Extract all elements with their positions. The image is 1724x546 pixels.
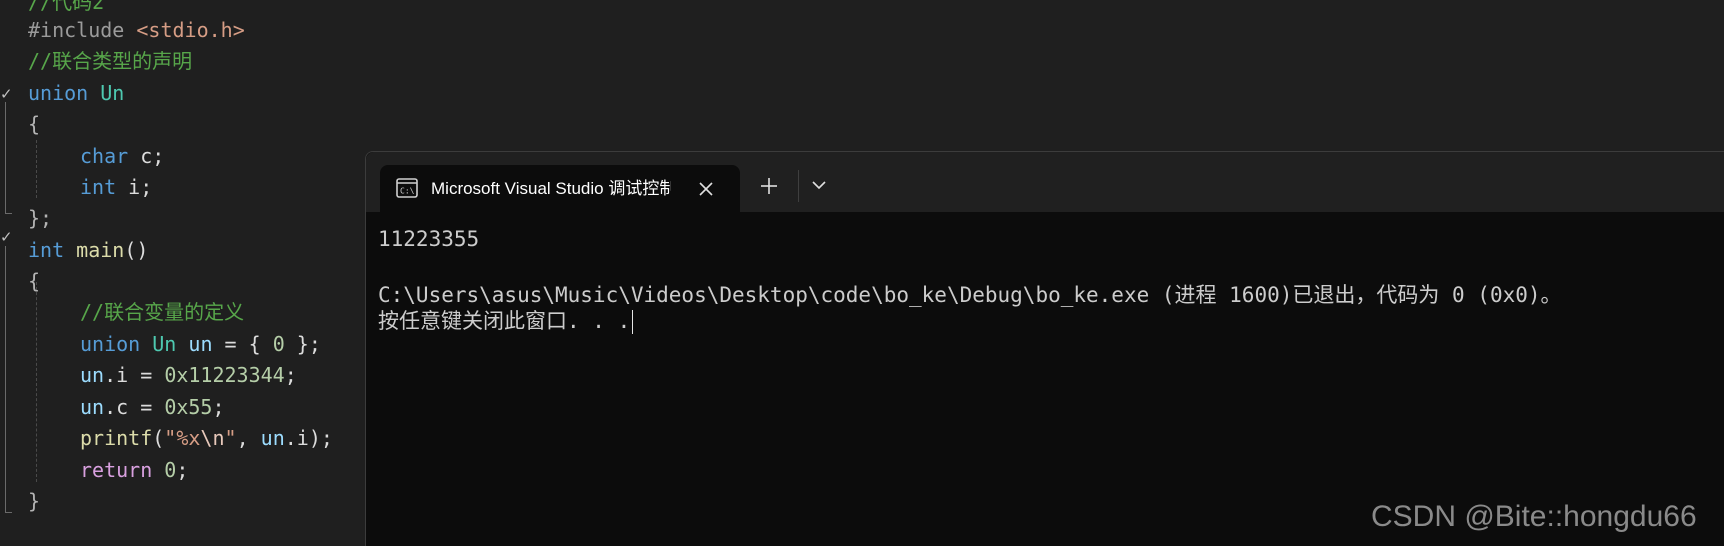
- keyword: int: [80, 175, 117, 199]
- code-text: (): [124, 238, 149, 262]
- variable: un: [80, 395, 105, 419]
- console-output-line: C:\Users\asus\Music\Videos\Desktop\code\…: [378, 283, 1562, 307]
- keyword: int: [28, 238, 65, 262]
- code-line: return 0;: [80, 455, 188, 486]
- code-text: .c =: [104, 395, 165, 419]
- main-fold-bracket: [5, 246, 6, 513]
- code-line: {: [28, 266, 40, 297]
- string-literal: ": [224, 426, 237, 450]
- brace: {: [28, 112, 41, 136]
- code-line: {: [28, 109, 40, 140]
- text-cursor: [632, 310, 634, 334]
- type-name: Un: [152, 332, 177, 356]
- plus-icon[interactable]: [759, 176, 779, 196]
- code-text: = {: [212, 332, 273, 356]
- debug-console-window[interactable]: C:\ Microsoft Visual Studio 调试控制台 112233…: [365, 151, 1724, 546]
- code-line: un.i = 0x11223344;: [80, 360, 297, 391]
- brace: }: [28, 489, 41, 513]
- variable: un: [80, 363, 105, 387]
- string-literal: "%x: [164, 426, 201, 450]
- collapse-main-icon[interactable]: ✓: [0, 228, 13, 246]
- code-text: i;: [116, 175, 153, 199]
- code-line: union Un: [28, 78, 124, 109]
- number-literal: 0: [272, 332, 285, 356]
- console-prompt-text: 按任意键关闭此窗口. . .: [378, 309, 631, 333]
- code-line: int i;: [80, 172, 152, 203]
- function-name: main: [76, 238, 125, 262]
- code-line: char c;: [80, 141, 164, 172]
- keyword: return: [80, 458, 153, 482]
- chevron-down-icon[interactable]: [811, 179, 827, 191]
- comment: //联合类型的声明: [28, 49, 193, 73]
- indent-guide: [36, 140, 37, 198]
- code-line: #include <stdio.h>: [28, 15, 245, 46]
- terminal-tab[interactable]: C:\ Microsoft Visual Studio 调试控制台: [380, 165, 740, 212]
- code-line: printf("%x\n", un.i);: [80, 423, 333, 454]
- code-text: c;: [128, 144, 165, 168]
- code-line: un.c = 0x55;: [80, 392, 225, 423]
- code-line: union Un un = { 0 };: [80, 329, 321, 360]
- terminal-tab-bar: C:\ Microsoft Visual Studio 调试控制台: [366, 152, 1724, 212]
- keyword: union: [28, 81, 89, 105]
- preprocessor-directive: #include: [28, 18, 137, 42]
- code-text: .i =: [104, 363, 165, 387]
- svg-text:C:\: C:\: [400, 187, 415, 196]
- type-name: Un: [100, 81, 125, 105]
- function-name: printf: [80, 426, 153, 450]
- code-text: ,: [236, 426, 261, 450]
- code-text: };: [284, 332, 321, 356]
- code-line: };: [28, 203, 52, 234]
- variable: un: [260, 426, 285, 450]
- watermark: CSDN @Bite::hongdu66: [1371, 500, 1697, 533]
- code-text: ;: [176, 458, 189, 482]
- code-line: //联合类型的声明: [28, 46, 192, 77]
- number-literal: 0: [164, 458, 177, 482]
- keyword: char: [80, 144, 129, 168]
- console-output-line: 11223355: [378, 227, 480, 251]
- close-icon[interactable]: [698, 181, 714, 197]
- console-output-line: 按任意键关闭此窗口. . .: [378, 308, 634, 334]
- union-fold-bracket-end: [5, 213, 12, 214]
- collapse-union-icon[interactable]: ✓: [0, 85, 13, 103]
- keyword: union: [80, 332, 141, 356]
- union-fold-bracket: [5, 102, 6, 214]
- number-literal: 0x55: [164, 395, 213, 419]
- code-text: (: [152, 426, 165, 450]
- brace: {: [28, 269, 41, 293]
- comment: //联合变量的定义: [80, 300, 245, 324]
- tab-separator: [798, 170, 799, 202]
- variable: un: [188, 332, 213, 356]
- code-text: ;: [284, 363, 297, 387]
- main-fold-bracket-end: [5, 512, 12, 513]
- code-line: int main(): [28, 235, 148, 266]
- brace: };: [28, 206, 53, 230]
- escape-sequence: \n: [200, 426, 225, 450]
- terminal-icon: C:\: [396, 178, 418, 198]
- indent-guide: [36, 282, 37, 482]
- code-line: //联合变量的定义: [80, 297, 244, 328]
- code-line: }: [28, 486, 40, 517]
- code-text: .i);: [284, 426, 333, 450]
- number-literal: 0x11223344: [164, 363, 285, 387]
- tab-title: Microsoft Visual Studio 调试控制台: [431, 179, 671, 198]
- code-text: ;: [212, 395, 225, 419]
- comment: //代码2: [28, 0, 105, 14]
- include-file: <stdio.h>: [136, 18, 245, 42]
